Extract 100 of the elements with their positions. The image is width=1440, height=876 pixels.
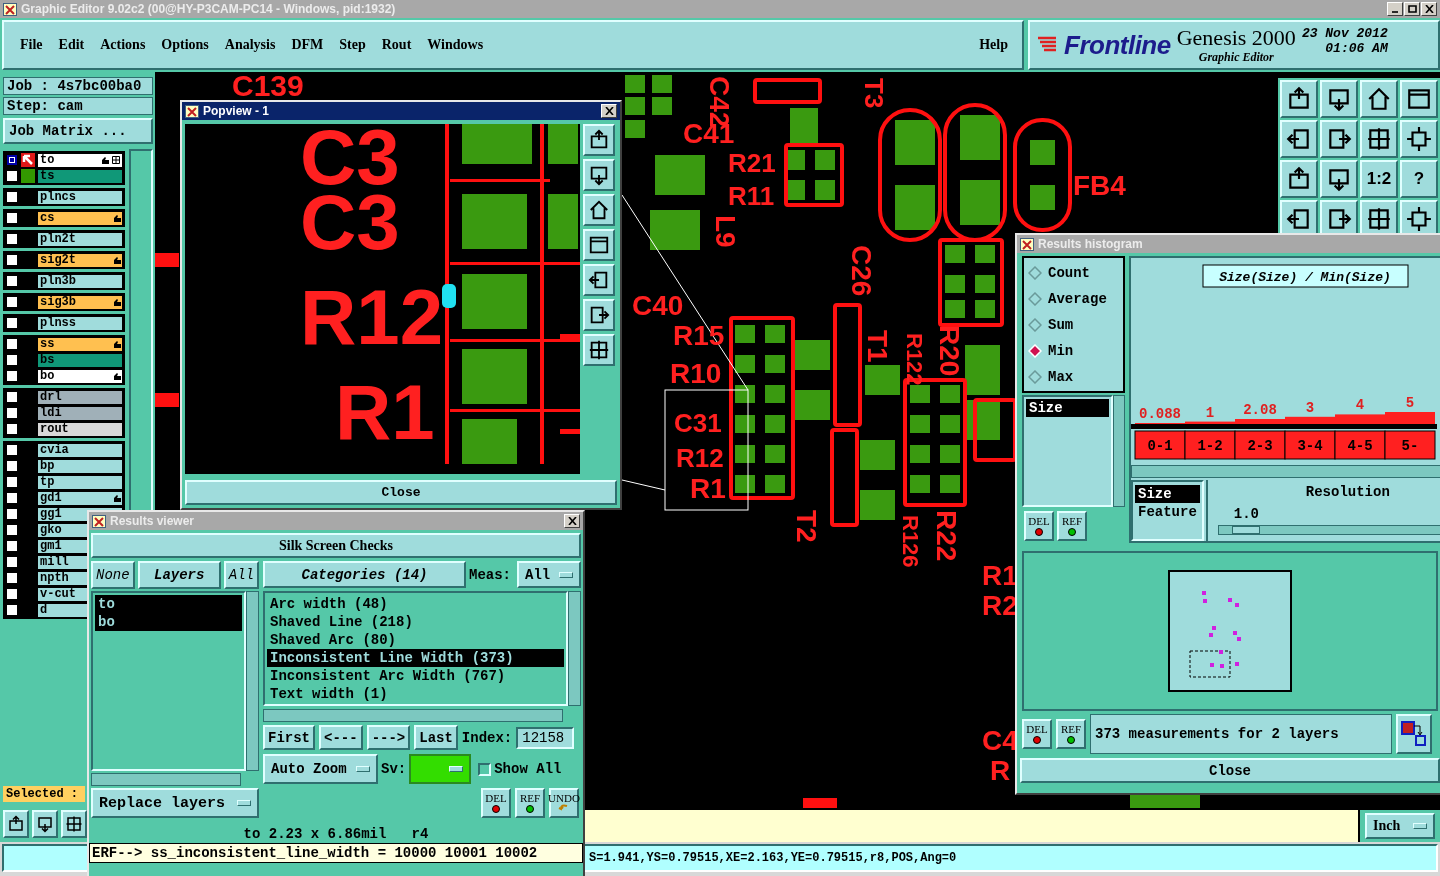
silkscreen-label: C40 bbox=[632, 290, 684, 321]
date: 23 Nov 2012 bbox=[1301, 26, 1388, 41]
menu-item[interactable]: Help bbox=[979, 37, 1008, 53]
layer-name-field[interactable]: ts bbox=[37, 168, 123, 184]
index-field[interactable]: 12158 bbox=[516, 726, 575, 749]
menu-item[interactable]: Edit bbox=[58, 37, 85, 53]
toolbar-button[interactable]: 1:2 bbox=[1360, 160, 1398, 198]
category-list[interactable]: Arc width (48) Shaved Line (218) Shaved Arc (80) Inconsistent Line Width (373) Inconsistent Arc Width (767) Text width (1) bbox=[263, 591, 568, 706]
ref-button[interactable]: REF bbox=[1056, 719, 1086, 749]
radio-label: Sum bbox=[1048, 316, 1074, 333]
silkscreen-label: R1 bbox=[335, 368, 435, 456]
auto-zoom-dropdown[interactable]: Auto Zoom bbox=[263, 754, 378, 784]
category-label: 0-1 bbox=[1147, 438, 1173, 454]
layer-list-item[interactable]: to bbox=[95, 595, 242, 613]
layer-name-field[interactable]: bp bbox=[37, 458, 123, 474]
product-subtitle: Graphic Editor bbox=[1198, 49, 1274, 65]
selected-label: Selected : bbox=[3, 786, 85, 802]
layer-name-field[interactable]: ss bbox=[37, 336, 123, 352]
layer-name-field[interactable]: cs bbox=[37, 210, 123, 226]
radio-label: Max bbox=[1048, 368, 1074, 385]
layer-name-field[interactable]: plnss bbox=[37, 315, 123, 331]
sv-label: Sv: bbox=[381, 761, 407, 777]
attribute-list[interactable]: Size Feature bbox=[1131, 480, 1204, 541]
layer-name-field[interactable]: bs bbox=[37, 352, 123, 368]
toolbar-button[interactable]: ? bbox=[1400, 160, 1438, 198]
meas-dropdown[interactable]: All bbox=[517, 561, 581, 588]
filter-button[interactable]: None bbox=[91, 561, 135, 589]
job-matrix-button[interactable]: Job Matrix ... bbox=[3, 118, 153, 144]
delete-button[interactable]: DEL bbox=[481, 788, 511, 818]
category-item[interactable]: Text width (1) bbox=[267, 685, 564, 703]
silkscreen-label: C26 bbox=[846, 245, 877, 297]
category-label: 3-4 bbox=[1297, 438, 1323, 454]
layer-list[interactable]: to bo bbox=[91, 591, 246, 771]
category-item[interactable]: Shaved Arc (80) bbox=[267, 631, 564, 649]
silkscreen-label: L9 bbox=[710, 215, 741, 248]
silkscreen-label: R20 bbox=[934, 325, 965, 377]
attribute-item[interactable]: Feature bbox=[1135, 503, 1200, 521]
nav-button[interactable]: Last bbox=[414, 725, 458, 750]
units-dropdown[interactable]: Inch bbox=[1365, 813, 1435, 839]
bar-value-label: 3 bbox=[1305, 399, 1315, 416]
categories-header[interactable]: Categories (14) bbox=[263, 561, 466, 588]
attribute-item[interactable]: Size bbox=[1135, 485, 1200, 503]
window-title: Graphic Editor 9.02c2 (00@HY-P3CAM-PC14 - Windows, pid:1932) bbox=[21, 2, 396, 16]
silkscreen-label: R21 bbox=[728, 148, 776, 178]
close-button[interactable]: Close bbox=[185, 480, 617, 505]
category-item[interactable]: Inconsistent Arc Width (767) bbox=[267, 667, 564, 685]
filter-button[interactable]: Layers bbox=[137, 561, 221, 589]
chart-title: Size(Size) / Min(Size) bbox=[1202, 264, 1409, 288]
nav-button[interactable]: ---> bbox=[366, 725, 411, 750]
silkscreen-label: C31 bbox=[674, 408, 722, 438]
delete-button[interactable]: DEL bbox=[1024, 511, 1054, 541]
window-title: Popview - 1 bbox=[203, 104, 270, 118]
layer-name-field[interactable]: cvia bbox=[37, 442, 123, 458]
undo-button[interactable]: UNDO bbox=[549, 788, 579, 818]
silkscreen-label: R1 bbox=[690, 473, 726, 504]
menu-item[interactable]: Windows bbox=[427, 37, 484, 53]
layer-name-field[interactable]: sig2t bbox=[37, 252, 123, 268]
layer-name-field[interactable]: rout bbox=[37, 421, 123, 437]
layer-name-field[interactable]: ldi bbox=[37, 405, 123, 421]
category-item[interactable]: Shaved Line (218) bbox=[267, 613, 564, 631]
resolution-value: 1.0 bbox=[1233, 506, 1261, 522]
time: 01:06 AM bbox=[1325, 41, 1388, 56]
menu-item[interactable]: File bbox=[20, 37, 43, 53]
layer-name-field[interactable]: tp bbox=[37, 474, 123, 490]
layer-name-field[interactable]: pln3b bbox=[37, 273, 123, 289]
layer-name-field[interactable]: bo bbox=[37, 368, 123, 384]
layer-name-field[interactable]: to bbox=[37, 152, 123, 168]
silkscreen-label: R15 bbox=[673, 320, 725, 351]
field-list-item[interactable]: Size bbox=[1026, 399, 1109, 418]
silkscreen-label: R bbox=[990, 755, 1011, 786]
meas-label: Meas: bbox=[469, 566, 511, 583]
menu-item[interactable]: Rout bbox=[381, 37, 412, 53]
layer-list-item[interactable]: bo bbox=[95, 613, 242, 631]
layer-name-field[interactable]: drl bbox=[37, 389, 123, 405]
menu-item[interactable]: Analysis bbox=[224, 37, 276, 53]
layer-name-field[interactable]: plncs bbox=[37, 189, 123, 205]
layer-name-field[interactable]: pln2t bbox=[37, 231, 123, 247]
nav-button[interactable]: First bbox=[263, 725, 315, 750]
silkscreen-label: FB4 bbox=[1073, 170, 1126, 201]
category-item[interactable]: Inconsistent Line Width (373) bbox=[267, 649, 564, 667]
menu-item[interactable]: Options bbox=[161, 37, 209, 53]
delete-button[interactable]: DEL bbox=[1022, 719, 1052, 749]
filter-button[interactable]: All bbox=[223, 561, 259, 589]
layer-name-field[interactable]: gd1 bbox=[37, 490, 123, 506]
product-name: Genesis 2000 bbox=[1176, 25, 1296, 50]
checkbox-label: Show All bbox=[494, 761, 562, 777]
menu-item[interactable]: DFM bbox=[291, 37, 324, 53]
ref-button[interactable]: REF bbox=[515, 788, 545, 818]
replace-layers-dropdown[interactable]: Replace layers bbox=[91, 788, 259, 818]
layer-name-field[interactable]: sig3b bbox=[37, 294, 123, 310]
nav-button[interactable]: <--- bbox=[319, 725, 363, 750]
menu-item[interactable]: Actions bbox=[100, 37, 146, 53]
ref-button[interactable]: REF bbox=[1057, 511, 1087, 541]
field-list[interactable]: Size bbox=[1022, 395, 1113, 507]
menu-item[interactable]: Step bbox=[339, 37, 366, 53]
silkscreen-label: C4 bbox=[982, 725, 1018, 756]
close-button[interactable]: Close bbox=[1020, 758, 1440, 783]
category-item[interactable]: Arc width (48) bbox=[267, 595, 564, 613]
silkscreen-label: T3 bbox=[859, 78, 889, 109]
radio-label: Count bbox=[1048, 264, 1090, 281]
